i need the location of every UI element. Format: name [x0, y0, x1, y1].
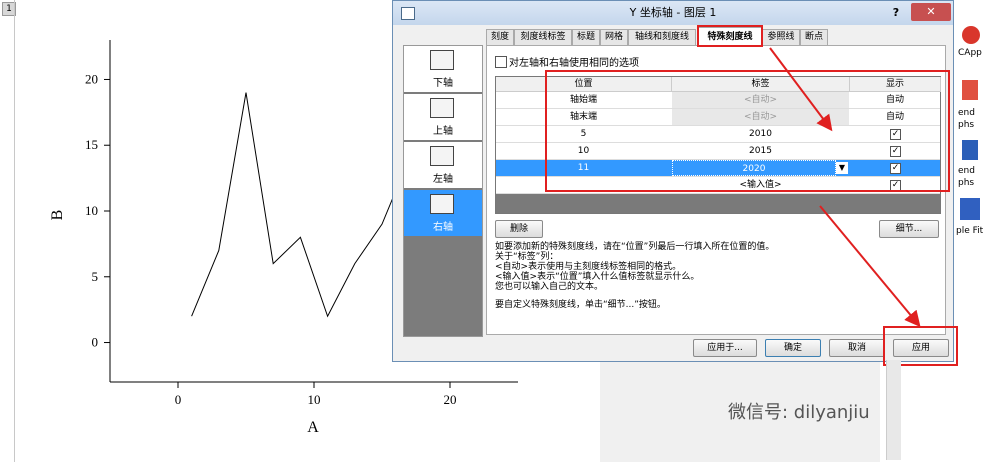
- arrow-to-apply: [819, 205, 921, 328]
- side-toolbar[interactable]: [886, 360, 901, 460]
- arrow-to-grid: [769, 47, 833, 132]
- watermark-text: 微信号: dilyanjiu: [728, 402, 870, 423]
- annotation-arrows: [769, 47, 921, 328]
